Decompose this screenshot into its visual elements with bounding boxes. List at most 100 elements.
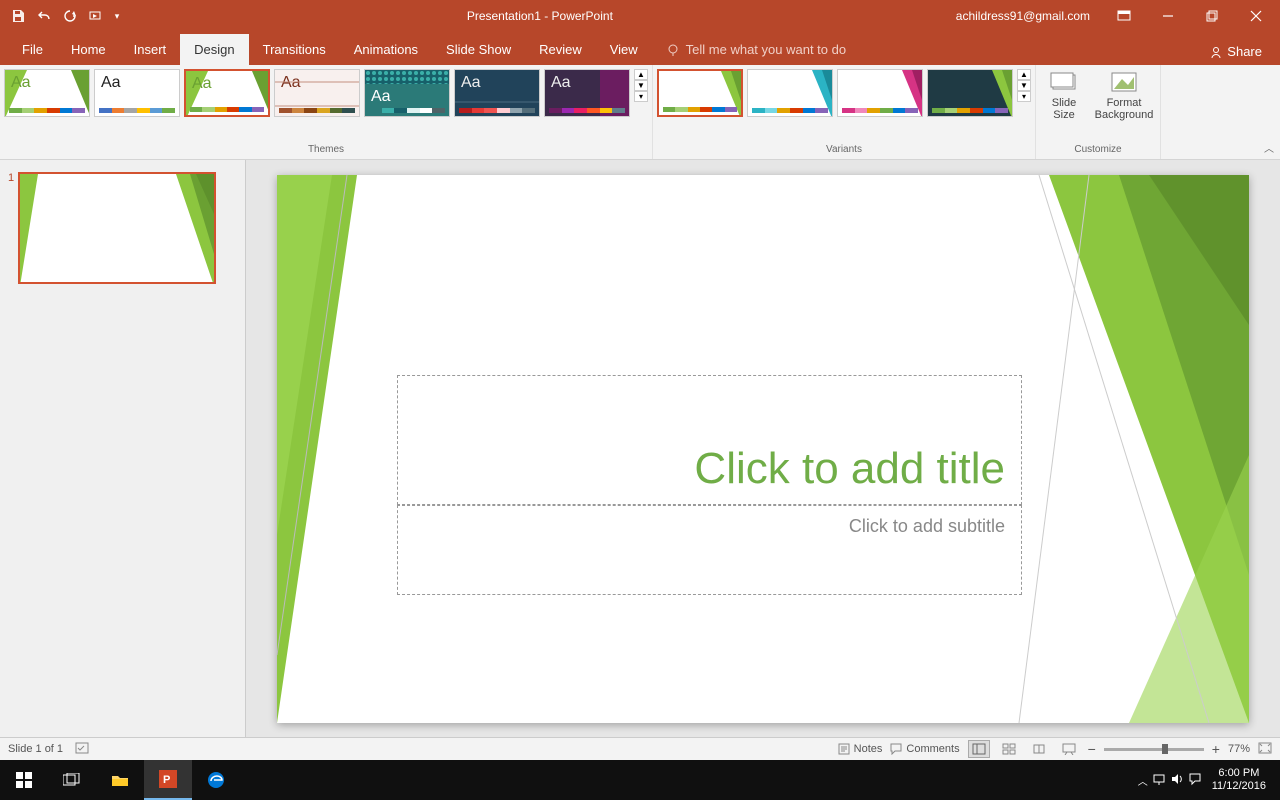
title-placeholder[interactable]: Click to add title [397, 375, 1022, 505]
variants-scroll-up[interactable]: ▲ [1017, 69, 1031, 80]
file-explorer-button[interactable] [96, 760, 144, 800]
theme-facet-current[interactable]: Aa [4, 69, 90, 117]
main-area: 1 Click to add title [0, 160, 1280, 737]
zoom-level[interactable]: 77% [1228, 743, 1250, 755]
comments-button[interactable]: Comments [890, 743, 959, 755]
edge-icon [207, 771, 225, 789]
variants-scroll: ▲ ▼ ▾ [1017, 69, 1031, 102]
slide-size-icon [1050, 71, 1078, 95]
variant-teal[interactable] [747, 69, 833, 117]
themes-scroll: ▲ ▼ ▾ [634, 69, 648, 102]
folder-icon [111, 773, 129, 787]
notes-button[interactable]: Notes [838, 743, 883, 755]
task-view-icon [63, 773, 81, 787]
themes-expand[interactable]: ▾ [634, 91, 648, 102]
maximize-icon[interactable] [1192, 0, 1232, 32]
network-icon[interactable] [1152, 772, 1166, 789]
tray-overflow-icon[interactable]: ︿ [1138, 773, 1148, 788]
tab-animations[interactable]: Animations [340, 34, 432, 65]
start-button[interactable] [0, 760, 48, 800]
tab-file[interactable]: File [8, 34, 57, 65]
slide-decoration-left [277, 175, 357, 723]
theme-ion-boardroom[interactable]: Aa [544, 69, 630, 117]
tab-design[interactable]: Design [180, 34, 248, 65]
slide-number: 1 [8, 172, 14, 284]
variant-green[interactable] [657, 69, 743, 117]
slide-mini-preview [18, 172, 216, 284]
slide-decoration-right [1009, 175, 1249, 723]
tab-insert[interactable]: Insert [120, 34, 181, 65]
undo-icon[interactable] [32, 4, 56, 28]
theme-office[interactable]: Aa [94, 69, 180, 117]
volume-icon[interactable] [1170, 772, 1184, 789]
tab-home[interactable]: Home [57, 34, 120, 65]
edge-taskbar-button[interactable] [192, 760, 240, 800]
zoom-slider[interactable] [1104, 748, 1204, 751]
tell-me-search[interactable]: Tell me what you want to do [652, 34, 860, 65]
slide-size-button[interactable]: Slide Size [1040, 69, 1088, 123]
themes-group-label: Themes [4, 142, 648, 157]
title-bar: ▾ Presentation1 - PowerPoint achildress9… [0, 0, 1280, 32]
spellcheck-icon[interactable] [75, 742, 89, 757]
svg-text:P: P [163, 774, 170, 786]
window-title: Presentation1 - PowerPoint [124, 9, 956, 23]
powerpoint-icon: P [159, 770, 177, 788]
theme-facet-selected[interactable]: Aa [184, 69, 270, 117]
slide-canvas: Click to add title Click to add subtitle [277, 175, 1249, 723]
zoom-out-icon[interactable]: − [1088, 741, 1096, 757]
ribbon-design: Aa Aa Aa Aa Aa Aa [0, 65, 1280, 160]
share-button[interactable]: Share [1199, 38, 1272, 65]
format-background-button[interactable]: Format Background [1092, 69, 1156, 123]
subtitle-placeholder[interactable]: Click to add subtitle [397, 505, 1022, 595]
zoom-in-icon[interactable]: + [1212, 741, 1220, 757]
quick-access-toolbar: ▾ [0, 4, 124, 28]
task-view-button[interactable] [48, 760, 96, 800]
theme-integral[interactable]: Aa [364, 69, 450, 117]
powerpoint-taskbar-button[interactable]: P [144, 760, 192, 800]
title-placeholder-text: Click to add title [694, 444, 1005, 494]
system-tray: ︿ 6:00 PM 11/12/2016 [1138, 767, 1280, 793]
fit-to-window-icon[interactable] [1258, 742, 1272, 757]
reading-view-icon[interactable] [1028, 740, 1050, 758]
themes-scroll-down[interactable]: ▼ [634, 80, 648, 91]
slide-editor[interactable]: Click to add title Click to add subtitle [246, 160, 1280, 737]
qat-dropdown-icon[interactable]: ▾ [110, 4, 124, 28]
notes-icon [838, 743, 850, 755]
slide-count-label: Slide 1 of 1 [8, 743, 63, 755]
theme-gallery[interactable]: Aa [274, 69, 360, 117]
themes-scroll-up[interactable]: ▲ [634, 69, 648, 80]
normal-view-icon[interactable] [968, 740, 990, 758]
save-icon[interactable] [6, 4, 30, 28]
format-background-icon [1110, 71, 1138, 95]
tab-transitions[interactable]: Transitions [249, 34, 340, 65]
variants-group-label: Variants [657, 142, 1031, 157]
tab-slideshow[interactable]: Slide Show [432, 34, 525, 65]
redo-icon[interactable] [58, 4, 82, 28]
close-icon[interactable] [1236, 0, 1276, 32]
status-bar: Slide 1 of 1 Notes Comments − + 77% [0, 737, 1280, 760]
slide-thumbnail-1[interactable]: 1 [8, 172, 237, 284]
ribbon-tabs: File Home Insert Design Transitions Anim… [0, 32, 1280, 65]
slideshow-view-icon[interactable] [1058, 740, 1080, 758]
customize-group-label: Customize [1040, 142, 1156, 157]
action-center-icon[interactable] [1188, 772, 1202, 789]
tab-review[interactable]: Review [525, 34, 596, 65]
variant-dark[interactable] [927, 69, 1013, 117]
variant-magenta[interactable] [837, 69, 923, 117]
variants-scroll-down[interactable]: ▼ [1017, 80, 1031, 91]
user-account[interactable]: achildress91@gmail.com [956, 9, 1090, 23]
minimize-icon[interactable] [1148, 0, 1188, 32]
start-from-beginning-icon[interactable] [84, 4, 108, 28]
ribbon-display-options-icon[interactable] [1104, 0, 1144, 32]
clock[interactable]: 6:00 PM 11/12/2016 [1206, 767, 1272, 793]
share-icon [1209, 45, 1223, 59]
theme-ion[interactable]: Aa [454, 69, 540, 117]
subtitle-placeholder-text: Click to add subtitle [849, 516, 1005, 584]
slide-sorter-view-icon[interactable] [998, 740, 1020, 758]
windows-taskbar: P ︿ 6:00 PM 11/12/2016 [0, 760, 1280, 800]
lightbulb-icon [666, 43, 680, 57]
variants-expand[interactable]: ▾ [1017, 91, 1031, 102]
collapse-ribbon-icon[interactable]: ︿ [1264, 140, 1274, 155]
tab-view[interactable]: View [596, 34, 652, 65]
comments-icon [890, 743, 902, 755]
